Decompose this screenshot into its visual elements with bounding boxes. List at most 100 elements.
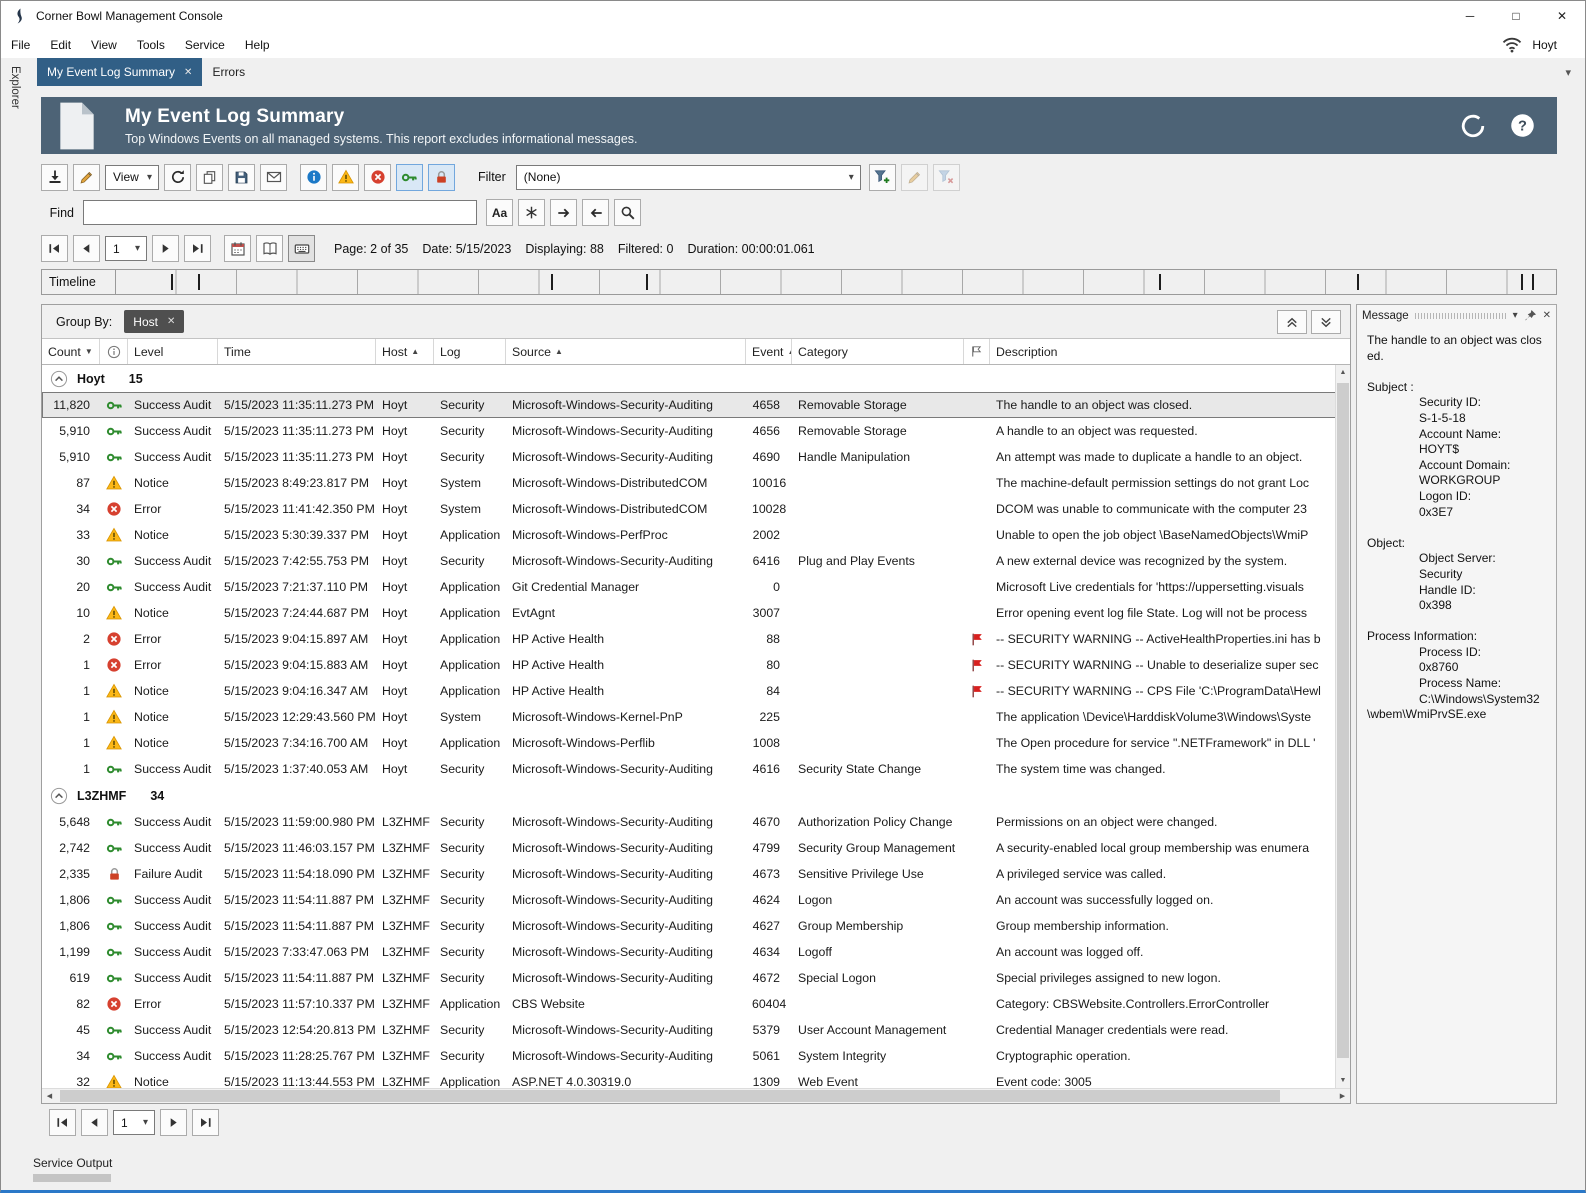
table-row[interactable]: 2,335Failure Audit5/15/2023 11:54:18.090… xyxy=(42,861,1350,887)
collapse-group-icon[interactable] xyxy=(50,370,68,388)
explorer-strip[interactable]: Explorer xyxy=(1,58,29,1190)
toggle-errors-button[interactable] xyxy=(364,164,391,191)
table-row[interactable]: 5,648Success Audit5/15/2023 11:59:00.980… xyxy=(42,809,1350,835)
table-row[interactable]: 33Notice5/15/2023 5:30:39.337 PMHoytAppl… xyxy=(42,522,1350,548)
toggle-information-button[interactable] xyxy=(300,164,327,191)
pin-icon[interactable] xyxy=(1524,309,1537,322)
column-header-level-icon[interactable] xyxy=(100,339,128,364)
table-row[interactable]: 20Success Audit5/15/2023 7:21:37.110 PMH… xyxy=(42,574,1350,600)
table-row[interactable]: 1Notice5/15/2023 7:34:16.700 AMHoytAppli… xyxy=(42,730,1350,756)
menu-edit[interactable]: Edit xyxy=(40,31,81,58)
next-page-button[interactable] xyxy=(152,235,179,262)
last-page-button[interactable] xyxy=(184,235,211,262)
book-view-button[interactable] xyxy=(256,235,283,262)
column-header-event[interactable]: Event▲ xyxy=(746,339,792,364)
table-row[interactable]: 1,199Success Audit5/15/2023 7:33:47.063 … xyxy=(42,939,1350,965)
tab-my-event-log-summary[interactable]: My Event Log Summary ✕ xyxy=(37,58,202,86)
edit-report-button[interactable] xyxy=(73,164,100,191)
column-header-flag[interactable] xyxy=(964,339,990,364)
scroll-right-icon[interactable]: ▶ xyxy=(1335,1089,1350,1103)
vertical-scrollbar[interactable]: ▲ ▼ xyxy=(1335,365,1350,1088)
column-header-category[interactable]: Category xyxy=(792,339,964,364)
menu-tools[interactable]: Tools xyxy=(127,31,175,58)
close-button[interactable]: ✕ xyxy=(1539,1,1585,31)
remove-group-icon[interactable]: ✕ xyxy=(167,316,175,327)
table-row[interactable]: 34Success Audit5/15/2023 11:28:25.767 PM… xyxy=(42,1043,1350,1069)
scroll-left-icon[interactable]: ◀ xyxy=(42,1089,57,1103)
table-row[interactable]: 10Notice5/15/2023 7:24:44.687 PMHoytAppl… xyxy=(42,600,1350,626)
column-header-source[interactable]: Source▲ xyxy=(506,339,746,364)
table-row[interactable]: 1,806Success Audit5/15/2023 11:54:11.887… xyxy=(42,913,1350,939)
previous-page-button[interactable] xyxy=(73,235,100,262)
first-page-button[interactable] xyxy=(41,235,68,262)
table-row[interactable]: 1Success Audit5/15/2023 1:37:40.053 AMHo… xyxy=(42,756,1350,782)
scroll-up-icon[interactable]: ▲ xyxy=(1336,365,1350,380)
tab-errors[interactable]: Errors xyxy=(202,58,255,86)
column-header-time[interactable]: Time xyxy=(218,339,376,364)
horizontal-scrollbar[interactable]: ◀ ▶ xyxy=(42,1088,1350,1103)
filter-dropdown[interactable]: (None) ▾ xyxy=(516,165,861,190)
table-row[interactable]: 1Error5/15/2023 9:04:15.883 AMHoytApplic… xyxy=(42,652,1350,678)
collapse-all-button[interactable] xyxy=(1277,310,1307,334)
vertical-scroll-thumb[interactable] xyxy=(1337,383,1349,1058)
group-by-chip-host[interactable]: Host ✕ xyxy=(124,310,184,333)
first-page-button[interactable] xyxy=(49,1109,76,1136)
toggle-success-audit-button[interactable] xyxy=(396,164,423,191)
view-dropdown[interactable]: View ▾ xyxy=(105,165,159,190)
regex-button[interactable] xyxy=(518,199,545,226)
maximize-button[interactable]: □ xyxy=(1493,1,1539,31)
service-output-label[interactable]: Service Output xyxy=(33,1156,112,1170)
search-button[interactable] xyxy=(614,199,641,226)
table-row[interactable]: 5,910Success Audit5/15/2023 11:35:11.273… xyxy=(42,418,1350,444)
table-row[interactable]: 1Notice5/15/2023 12:29:43.560 PMHoytSyst… xyxy=(42,704,1350,730)
column-header-description[interactable]: Description xyxy=(990,339,1350,364)
find-previous-button[interactable] xyxy=(582,199,609,226)
table-row[interactable]: 2,742Success Audit5/15/2023 11:46:03.157… xyxy=(42,835,1350,861)
collapse-group-icon[interactable] xyxy=(50,787,68,805)
table-row[interactable]: 11,820Success Audit5/15/2023 11:35:11.27… xyxy=(42,392,1350,418)
table-row[interactable]: 1,806Success Audit5/15/2023 11:54:11.887… xyxy=(42,887,1350,913)
save-button[interactable] xyxy=(228,164,255,191)
column-header-count[interactable]: Count▼ xyxy=(42,339,100,364)
help-icon[interactable]: ? xyxy=(1510,113,1535,138)
menu-service[interactable]: Service xyxy=(175,31,235,58)
table-row[interactable]: 82Error5/15/2023 11:57:10.337 PML3ZHMFAp… xyxy=(42,991,1350,1017)
column-header-level[interactable]: Level xyxy=(128,339,218,364)
download-button[interactable] xyxy=(41,164,68,191)
table-row[interactable]: 32Notice5/15/2023 11:13:44.553 PML3ZHMFA… xyxy=(42,1069,1350,1088)
tab-overflow-chevron-icon[interactable]: ▾ xyxy=(1565,66,1571,79)
keyboard-button[interactable] xyxy=(288,235,315,262)
panel-drag-grip[interactable] xyxy=(1415,313,1507,319)
timeline-strip[interactable] xyxy=(116,270,1556,294)
find-input[interactable] xyxy=(83,200,477,225)
tab-close-icon[interactable]: ✕ xyxy=(184,67,192,78)
calendar-button[interactable] xyxy=(224,235,251,262)
page-select[interactable]: 1 ▾ xyxy=(105,236,147,261)
table-row[interactable]: 30Success Audit5/15/2023 7:42:55.753 PMH… xyxy=(42,548,1350,574)
menu-file[interactable]: File xyxy=(1,31,40,58)
next-page-button[interactable] xyxy=(160,1109,187,1136)
horizontal-scroll-thumb[interactable] xyxy=(60,1090,1280,1102)
panel-close-icon[interactable]: ✕ xyxy=(1543,310,1551,321)
table-row[interactable]: 619Success Audit5/15/2023 11:54:11.887 P… xyxy=(42,965,1350,991)
menu-view[interactable]: View xyxy=(81,31,127,58)
toggle-warnings-button[interactable] xyxy=(332,164,359,191)
toggle-failure-audit-button[interactable] xyxy=(428,164,455,191)
page-select[interactable]: 1 ▾ xyxy=(113,1110,155,1135)
menu-help[interactable]: Help xyxy=(235,31,280,58)
add-filter-button[interactable] xyxy=(869,164,896,191)
panel-menu-chevron-icon[interactable]: ▾ xyxy=(1513,310,1518,321)
group-header-row[interactable]: L3ZHMF34 xyxy=(42,782,1350,809)
find-next-button[interactable] xyxy=(550,199,577,226)
group-header-row[interactable]: Hoyt15 xyxy=(42,365,1350,392)
table-row[interactable]: 87Notice5/15/2023 8:49:23.817 PMHoytSyst… xyxy=(42,470,1350,496)
table-row[interactable]: 34Error5/15/2023 11:41:42.350 PMHoytSyst… xyxy=(42,496,1350,522)
match-case-button[interactable]: Aa xyxy=(486,199,513,226)
table-row[interactable]: 5,910Success Audit5/15/2023 11:35:11.273… xyxy=(42,444,1350,470)
scroll-down-icon[interactable]: ▼ xyxy=(1336,1073,1350,1088)
column-header-log[interactable]: Log xyxy=(434,339,506,364)
previous-page-button[interactable] xyxy=(81,1109,108,1136)
expand-all-button[interactable] xyxy=(1311,310,1341,334)
copy-button[interactable] xyxy=(196,164,223,191)
email-button[interactable] xyxy=(260,164,287,191)
